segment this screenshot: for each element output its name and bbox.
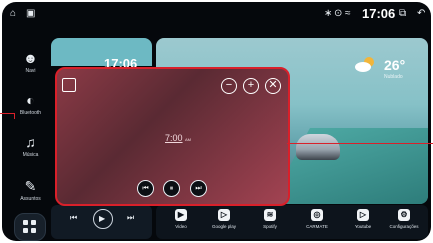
prev-button[interactable]: ⏮ <box>137 180 154 197</box>
sidebar-item-label: Assuntos <box>20 196 41 202</box>
floating-video-window[interactable]: − + ✕ 7:00 AM ⏮ ⏸ ⏭ <box>55 67 290 206</box>
app-google-play[interactable]: ▷ Google play <box>206 209 242 239</box>
status-bar: ⌂ ▣ ∗ ⊙ ≈ 17:06 ⧉ ↶ <box>2 2 431 26</box>
grid-icon <box>31 228 36 233</box>
app-label: Video <box>175 224 187 229</box>
next-button[interactable]: ⏭ <box>190 180 207 197</box>
close-button[interactable]: ✕ <box>265 78 281 94</box>
sidebar-item-bluetooth[interactable]: ◐ Bluetooth <box>12 88 49 128</box>
app-spotify[interactable]: ≋ Spotify <box>252 209 288 239</box>
wifi-icon: ≈ <box>345 8 351 19</box>
sidebar-item-musica[interactable]: ♫ Música <box>12 130 49 170</box>
sidebar-item-label: Música <box>22 152 39 158</box>
split-screen-icon[interactable]: ⧉ <box>399 9 406 19</box>
callout-line-left <box>0 113 14 114</box>
brush-icon: ✎ <box>24 178 37 194</box>
sidebar: ☻ Navi ◐ Bluetooth ♫ Música ✎ Assuntos <box>12 46 49 221</box>
app-label: Configurações <box>389 224 419 229</box>
video-icon: ▶ <box>175 209 187 221</box>
sidebar-item-navi[interactable]: ☻ Navi <box>12 46 49 86</box>
zoom-in-button[interactable]: + <box>243 78 259 94</box>
carmate-icon: ◎ <box>311 209 323 221</box>
app-carmate[interactable]: ◎ CARMATE <box>299 209 335 239</box>
play-icon: ▶ <box>99 214 106 223</box>
video-file-icon[interactable] <box>62 78 76 92</box>
sidebar-item-label: Navi <box>25 68 36 74</box>
app-label: CARMATE <box>306 224 328 229</box>
settings-icon: ⚙ <box>398 209 410 221</box>
media-next-button[interactable]: ⏭ <box>127 213 134 223</box>
music-icon: ♫ <box>25 134 36 150</box>
back-icon[interactable]: ↶ <box>417 9 425 19</box>
app-youtube[interactable]: ▷ Youtube <box>345 209 381 239</box>
car-illustration <box>296 134 340 160</box>
app-drawer-button[interactable] <box>14 213 46 241</box>
weather-condition: Nublado <box>384 74 403 80</box>
media-prev-button[interactable]: ⏮ <box>70 213 77 223</box>
google-play-icon: ▷ <box>218 209 230 221</box>
bluetooth-status-icon: ∗ <box>324 8 333 19</box>
grid-icon <box>23 220 28 225</box>
app-label: Google play <box>211 224 237 229</box>
screen-frame: ⌂ ▣ ∗ ⊙ ≈ 17:06 ⧉ ↶ ☻ Navi ◐ Bluetooth ♫… <box>2 2 431 241</box>
sidebar-item-assuntos[interactable]: ✎ Assuntos <box>12 174 49 214</box>
pause-button[interactable]: ⏸ <box>163 180 180 197</box>
grid-icon <box>23 228 28 233</box>
zoom-out-button[interactable]: − <box>221 78 237 94</box>
status-clock: 17:06 <box>362 6 396 21</box>
app-configuracoes[interactable]: ⚙ Configurações <box>386 209 422 239</box>
spotify-icon: ≋ <box>264 209 276 221</box>
video-time: 7:00 <box>165 133 183 143</box>
weather-temperature: 26° <box>384 57 406 73</box>
home-icon[interactable]: ⌂ <box>10 9 16 19</box>
user-pin-icon: ☻ <box>23 50 38 66</box>
sidebar-item-label: Bluetooth <box>19 110 42 116</box>
cloud-sun-icon <box>355 57 374 72</box>
callout-line-right <box>287 143 433 144</box>
location-icon: ⊙ <box>334 8 343 19</box>
grid-icon <box>31 220 36 225</box>
callout-line-left-vertical <box>14 113 15 119</box>
app-label: Youtube <box>354 224 372 229</box>
app-label: Spotify <box>263 224 277 229</box>
app-video[interactable]: ▶ Video <box>163 209 199 239</box>
youtube-icon: ▷ <box>357 209 369 221</box>
bluetooth-icon: ◐ <box>26 92 35 108</box>
video-time-suffix: AM <box>185 137 191 142</box>
screenshot-icon[interactable]: ▣ <box>26 9 35 19</box>
